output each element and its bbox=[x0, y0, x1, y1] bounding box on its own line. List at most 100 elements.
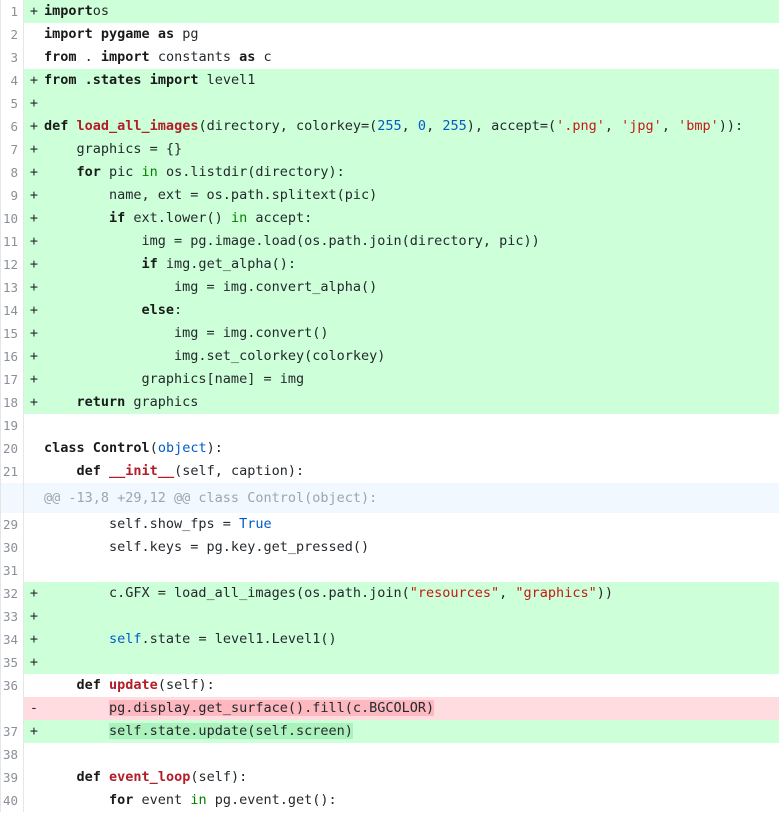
code-token: 'bmp' bbox=[678, 118, 719, 134]
diff-line: 33 + bbox=[1, 605, 779, 628]
code-text: return graphics bbox=[44, 391, 779, 414]
code-text: @@ -13,8 +29,12 @@ class Control(object)… bbox=[44, 483, 779, 513]
code-text: importos bbox=[44, 0, 779, 23]
diff-sign: + bbox=[29, 371, 39, 387]
code-token: c.GFX = load_all_images(os.path.join( bbox=[44, 585, 410, 601]
code-token: , bbox=[499, 585, 516, 601]
code-token: 0 bbox=[417, 118, 427, 134]
line-number: 2 bbox=[1, 23, 24, 46]
code-text: pg.display.get_surface().fill(c.BGCOLOR) bbox=[44, 697, 779, 720]
diff-sign: + bbox=[29, 210, 39, 226]
line-number: 38 bbox=[1, 743, 24, 766]
code-token: self.keys = pg.key.get_pressed() bbox=[44, 539, 370, 555]
code-token: accept: bbox=[247, 210, 313, 226]
code-token: def bbox=[44, 769, 101, 785]
code-token: , bbox=[604, 118, 622, 134]
line-number: 1 bbox=[1, 0, 24, 23]
code-token: os.listdir(directory): bbox=[157, 164, 345, 180]
diff-sign: + bbox=[29, 164, 39, 180]
code-text: def load_all_images(directory, colorkey=… bbox=[44, 115, 779, 138]
code-token: if bbox=[44, 256, 158, 272]
code-token: constants bbox=[149, 49, 240, 65]
code-token: graphics = {} bbox=[44, 141, 183, 157]
line-number: 8 bbox=[1, 161, 24, 184]
code-text: self.show_fps = True bbox=[44, 513, 779, 536]
code-text: img = pg.image.load(os.path.join(directo… bbox=[44, 230, 779, 253]
code-text: img = img.convert_alpha() bbox=[44, 276, 779, 299]
code-token: os bbox=[92, 3, 110, 19]
diff-sign: + bbox=[29, 233, 39, 249]
code-token: graphics bbox=[125, 394, 199, 410]
code-token: if bbox=[44, 210, 126, 226]
diff-sign: + bbox=[29, 118, 39, 134]
diff-line: 4 + from .states import level1 bbox=[1, 69, 779, 92]
code-text: self.state.update(self.screen) bbox=[44, 720, 779, 743]
line-number bbox=[1, 483, 24, 513]
diff-line: 18 + return graphics bbox=[1, 391, 779, 414]
code-token: in bbox=[141, 164, 158, 180]
code-text: def update(self): bbox=[44, 674, 779, 697]
diff-sign bbox=[24, 766, 44, 789]
code-token: img.set_colorkey(colorkey) bbox=[44, 348, 386, 364]
diff-sign bbox=[24, 674, 44, 697]
code-token: pg.event.get(): bbox=[206, 792, 337, 808]
code-token: pg.display.get_surface().fill(c.BGCOLOR) bbox=[109, 700, 435, 716]
diff-sign bbox=[24, 46, 44, 69]
diff-sign bbox=[24, 437, 44, 460]
line-number: 9 bbox=[1, 184, 24, 207]
diff-sign: + bbox=[29, 279, 39, 295]
code-token: Control bbox=[92, 440, 150, 456]
code-token: self.show_fps = bbox=[44, 516, 240, 532]
line-number: 18 bbox=[1, 391, 24, 414]
code-token: import bbox=[100, 49, 150, 65]
code-token: as bbox=[149, 26, 175, 42]
code-token: event bbox=[133, 792, 191, 808]
diff-sign: + bbox=[29, 141, 39, 157]
code-token: .states bbox=[76, 72, 142, 88]
diff-sign: + bbox=[29, 302, 39, 318]
code-text: else: bbox=[44, 299, 779, 322]
code-token: import bbox=[44, 26, 93, 42]
code-token: ( bbox=[149, 440, 158, 456]
code-token: self bbox=[109, 631, 142, 647]
line-number: 39 bbox=[1, 766, 24, 789]
diff-sign: + bbox=[29, 394, 39, 410]
code-token: 'jpg' bbox=[621, 118, 662, 134]
diff-sign: + bbox=[29, 325, 39, 341]
diff-line: 1 + importos bbox=[1, 0, 779, 23]
diff-line: 11 + img = pg.image.load(os.path.join(dir… bbox=[1, 230, 779, 253]
code-text: for event in pg.event.get(): bbox=[44, 789, 779, 812]
code-token: for bbox=[44, 164, 101, 180]
diff-line: 12 + if img.get_alpha(): bbox=[1, 253, 779, 276]
code-token: level1 bbox=[198, 72, 256, 88]
code-token: @@ -13,8 +29,12 @@ class Control(object)… bbox=[44, 490, 378, 506]
code-token: )): bbox=[718, 118, 744, 134]
diff-sign: + bbox=[29, 723, 39, 739]
diff-sign: + bbox=[29, 631, 39, 647]
code-text: self.keys = pg.key.get_pressed() bbox=[44, 536, 779, 559]
code-token: (self): bbox=[157, 677, 215, 693]
diff-line: 7 + graphics = {} bbox=[1, 138, 779, 161]
code-token: as bbox=[239, 49, 256, 65]
diff-line: 40 for event in pg.event.get(): bbox=[1, 789, 779, 812]
code-token: "resources" bbox=[409, 585, 500, 601]
code-text: def event_loop(self): bbox=[44, 766, 779, 789]
diff-line: 5 + bbox=[1, 92, 779, 115]
line-number: 3 bbox=[1, 46, 24, 69]
code-token: '.png' bbox=[556, 118, 605, 134]
diff-sign bbox=[24, 789, 44, 812]
code-token: for bbox=[44, 792, 134, 808]
code-text: def __init__(self, caption): bbox=[44, 460, 779, 483]
code-token: , bbox=[401, 118, 418, 134]
code-text: graphics = {} bbox=[44, 138, 779, 161]
diff-line: 3 from . import constants as c bbox=[1, 46, 779, 69]
code-token: (self): bbox=[190, 769, 248, 785]
code-token: c bbox=[255, 49, 272, 65]
line-number: 4 bbox=[1, 69, 24, 92]
code-token: pygame bbox=[92, 26, 150, 42]
